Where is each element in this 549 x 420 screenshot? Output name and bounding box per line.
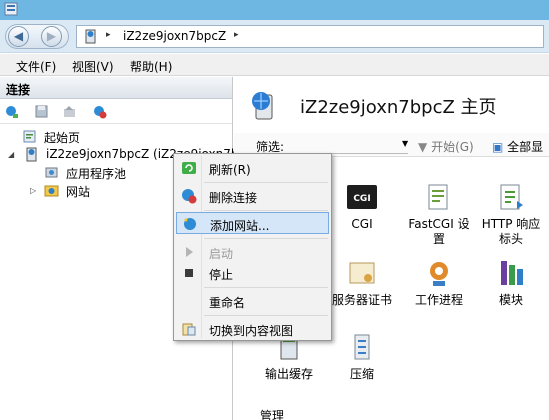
funnel-icon: ▼ [418, 140, 428, 154]
start-filter-button[interactable]: ▼ 开始(G) [418, 138, 474, 155]
context-menu: 刷新(R) 删除连接 添加网站... 启动 停止 重命名 切换到内容视图 [173, 153, 332, 341]
menu-separator [204, 315, 328, 316]
breadcrumb-separator-icon: ▸ [106, 30, 111, 40]
menu-separator [204, 287, 328, 288]
feature-http-headers[interactable]: HTTP 响应标头 [476, 181, 546, 247]
fastcgi-settings-icon [428, 184, 448, 210]
feature-fastcgi[interactable]: FastCGI 设置 [404, 181, 474, 247]
forward-button[interactable]: ▶ [41, 26, 62, 47]
feature-label: FastCGI 设置 [408, 217, 470, 246]
connections-toolbar [0, 99, 232, 124]
remove-connection-icon [182, 189, 197, 204]
dropdown-arrow-icon[interactable]: ▼ [402, 139, 408, 148]
http-headers-icon [500, 184, 523, 210]
page-title: iZ2ze9joxn7bpcZ 主页 [300, 97, 497, 118]
add-website-icon [184, 218, 196, 230]
connect-icon[interactable] [4, 104, 19, 119]
group-header-management: 管理 [260, 409, 285, 420]
worker-processes-icon [430, 262, 448, 286]
menu-item-label: 停止 [209, 268, 234, 282]
menu-item-remove-connection[interactable]: 删除连接 [176, 185, 329, 207]
feature-compression[interactable]: 压缩 [327, 331, 397, 382]
feature-worker-processes[interactable]: 工作进程 [404, 257, 474, 308]
feature-server-certs[interactable]: 服务器证书 [327, 257, 397, 308]
tree-item-label: 应用程序池 [66, 167, 127, 181]
menu-item-start[interactable]: 启动 [176, 241, 329, 263]
modules-icon [501, 261, 523, 285]
back-button[interactable]: ◀ [8, 26, 29, 47]
menu-help[interactable]: 帮助(H) [130, 58, 172, 75]
menu-item-add-website[interactable]: 添加网站... [176, 212, 329, 234]
tree-item-label: 起始页 [44, 131, 81, 145]
feature-label: 输出缓存 [264, 367, 313, 381]
feature-label: CGI [351, 217, 373, 231]
menu-item-rename[interactable]: 重命名 [176, 290, 329, 312]
title-bar [0, 0, 549, 20]
compression-icon [354, 334, 370, 360]
cgi-icon: CGI [347, 185, 377, 209]
feature-modules[interactable]: 模块 [476, 257, 546, 308]
feature-label: 工作进程 [414, 293, 463, 307]
server-home-icon [252, 92, 273, 120]
menu-item-stop[interactable]: 停止 [176, 262, 329, 284]
stop-icon [185, 269, 193, 277]
refresh-icon [182, 162, 196, 174]
up-level-icon[interactable] [62, 104, 77, 119]
menu-item-label: 切换到内容视图 [209, 324, 294, 338]
menu-item-switch-content-view[interactable]: 切换到内容视图 [176, 318, 329, 340]
feature-label: HTTP 响应标头 [481, 217, 541, 246]
start-filter-label: 开始(G) [431, 140, 474, 154]
expand-arrow-icon[interactable]: ▷ [30, 186, 36, 195]
show-all-label: 全部显 [507, 140, 544, 154]
menu-view[interactable]: 视图(V) [72, 58, 114, 75]
menu-item-refresh[interactable]: 刷新(R) [176, 157, 329, 179]
navigation-buttons: ◀ ▶ [5, 24, 69, 49]
breadcrumb-server[interactable]: iZ2ze9joxn7bpcZ [123, 29, 226, 43]
server-icon [85, 29, 96, 44]
cgi-badge-text: CGI [353, 194, 370, 204]
save-icon[interactable] [34, 104, 49, 119]
filter-input[interactable] [294, 136, 408, 154]
folder-globe-icon [44, 185, 59, 197]
address-bar[interactable]: ▸ iZ2ze9joxn7bpcZ ▸ [76, 25, 544, 48]
menu-bar: 文件(F) 视图(V) 帮助(H) [0, 54, 549, 76]
tree-item-label: 网站 [66, 185, 91, 199]
show-all-icon: ▣ [492, 140, 504, 154]
breadcrumb-separator-icon[interactable]: ▸ [234, 30, 239, 40]
server-certificate-icon [349, 262, 375, 284]
menu-file[interactable]: 文件(F) [16, 58, 56, 75]
menu-item-label: 启动 [209, 247, 234, 261]
menu-item-label: 删除连接 [209, 191, 258, 205]
content-view-icon [182, 323, 196, 336]
show-all-button[interactable]: ▣ 全部显 [492, 138, 543, 155]
start-page-icon [23, 130, 36, 143]
feature-label: 压缩 [349, 367, 374, 381]
feature-label: 服务器证书 [331, 293, 392, 307]
connections-title: 连接 [0, 77, 232, 99]
menu-separator [204, 238, 328, 239]
disconnect-icon[interactable] [92, 104, 107, 119]
menu-separator [204, 210, 328, 211]
menu-item-label: 添加网站... [210, 219, 270, 233]
server-icon [26, 147, 37, 162]
menu-item-label: 刷新(R) [209, 163, 251, 177]
app-pool-icon [45, 167, 58, 178]
menu-separator [204, 182, 328, 183]
iis-manager-icon [4, 2, 18, 16]
address-toolbar: ◀ ▶ ▸ iZ2ze9joxn7bpcZ ▸ [0, 20, 549, 53]
feature-cgi[interactable]: CGI CGI [327, 181, 397, 232]
start-icon [186, 247, 193, 257]
feature-label: 模块 [498, 293, 523, 307]
menu-item-label: 重命名 [209, 296, 246, 310]
collapse-arrow-icon[interactable]: ◢ [8, 150, 14, 159]
